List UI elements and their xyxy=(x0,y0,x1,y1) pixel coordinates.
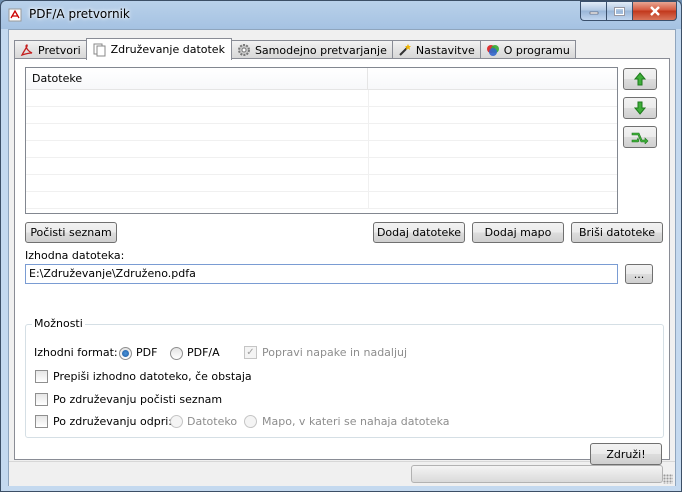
list-row xyxy=(26,124,617,141)
arrow-up-icon xyxy=(633,72,647,86)
shuffle-icon xyxy=(631,132,649,144)
open-after-label: Po združevanju odpri: xyxy=(53,415,172,428)
fix-errors-checkbox[interactable]: ✓ xyxy=(244,346,257,359)
maximize-button[interactable] xyxy=(606,1,632,21)
close-button[interactable] xyxy=(632,1,677,21)
open-folder-label: Mapo, v kateri se nahaja datoteka xyxy=(262,415,450,428)
open-file-label: Datoteko xyxy=(187,415,238,428)
shuffle-button[interactable] xyxy=(623,126,657,148)
move-up-button[interactable] xyxy=(623,68,657,90)
tab-strip: Pretvori Združevanje datotek Samodejno p… xyxy=(14,38,576,60)
list-row xyxy=(26,107,617,124)
pdf-icon xyxy=(20,44,33,57)
open-file-radio[interactable] xyxy=(170,415,183,428)
list-header: Datoteke xyxy=(26,68,617,90)
arrow-down-icon xyxy=(633,101,647,115)
main-window: PDF/A pretvornik Pretvori Združevanje da… xyxy=(0,0,682,492)
move-down-button[interactable] xyxy=(623,97,657,119)
fix-errors-label: Popravi napake in nadaljuj xyxy=(262,346,408,359)
delete-files-button[interactable]: Briši datoteke xyxy=(571,222,663,243)
tab-label: Samodejno pretvarjanje xyxy=(254,43,387,57)
tab-label: O programu xyxy=(503,43,570,57)
overwrite-checkbox[interactable] xyxy=(35,370,48,383)
tab-auto-convert[interactable]: Samodejno pretvarjanje xyxy=(230,40,393,59)
title-bar[interactable]: PDF/A pretvornik xyxy=(1,1,681,29)
tab-label: Pretvori xyxy=(38,43,81,57)
tab-about[interactable]: O programu xyxy=(479,40,576,59)
minimize-icon xyxy=(589,11,598,15)
options-group: Možnosti Izhodni format: PDF PDF/A ✓ Pop… xyxy=(25,317,664,438)
list-row xyxy=(26,141,617,158)
format-pdf-radio[interactable] xyxy=(119,347,132,360)
browse-button[interactable]: ... xyxy=(625,264,653,284)
magic-wand-icon xyxy=(399,44,411,56)
app-icon xyxy=(8,8,22,22)
options-group-title: Možnosti xyxy=(32,317,85,330)
overwrite-label: Prepiši izhodno datoteko, če obstaja xyxy=(53,370,252,383)
info-icon xyxy=(486,45,499,56)
progress-bar xyxy=(411,465,663,483)
gear-icon xyxy=(237,44,250,56)
close-icon xyxy=(649,6,660,16)
list-row xyxy=(26,90,617,107)
merge-button[interactable]: Združi! xyxy=(590,443,662,465)
output-file-field[interactable]: E:\Združevanje\Združeno.pdfa xyxy=(25,264,618,284)
status-bar xyxy=(9,461,675,486)
add-folder-button[interactable]: Dodaj mapo xyxy=(472,222,564,243)
format-pdfa-label: PDF/A xyxy=(187,346,220,359)
list-row xyxy=(26,192,617,209)
maximize-icon xyxy=(614,6,625,16)
tab-merge-files[interactable]: Združevanje datotek xyxy=(85,38,232,60)
merge-panel: Datoteke Počisti seznam Dodaj datoteke D… xyxy=(14,58,670,465)
tab-label: Nastavitve xyxy=(415,43,475,57)
minimize-button[interactable] xyxy=(580,1,606,21)
clear-after-label: Po združevanju počisti seznam xyxy=(53,393,223,406)
tab-settings[interactable]: Nastavitve xyxy=(391,40,481,59)
resize-grip[interactable] xyxy=(663,474,673,484)
client-area: Pretvori Združevanje datotek Samodejno p… xyxy=(8,29,676,486)
format-label: Izhodni format: xyxy=(34,346,118,359)
output-file-label: Izhodna datoteka: xyxy=(25,249,125,262)
format-pdfa-radio[interactable] xyxy=(170,347,183,360)
tab-label: Združevanje datotek xyxy=(110,43,225,56)
file-list[interactable]: Datoteke xyxy=(25,67,618,214)
column-header-files[interactable]: Datoteke xyxy=(26,68,368,89)
list-row xyxy=(26,175,617,192)
clear-after-checkbox[interactable] xyxy=(35,393,48,406)
window-title: PDF/A pretvornik xyxy=(29,7,130,21)
add-files-button[interactable]: Dodaj datoteke xyxy=(373,222,465,243)
open-after-checkbox[interactable] xyxy=(35,415,48,428)
list-row xyxy=(26,158,617,175)
tab-convert[interactable]: Pretvori xyxy=(14,40,87,59)
clear-list-button[interactable]: Počisti seznam xyxy=(25,222,117,243)
documents-icon xyxy=(93,43,106,56)
format-pdf-label: PDF xyxy=(136,346,158,359)
column-header-empty[interactable] xyxy=(368,68,617,89)
open-folder-radio[interactable] xyxy=(244,415,257,428)
